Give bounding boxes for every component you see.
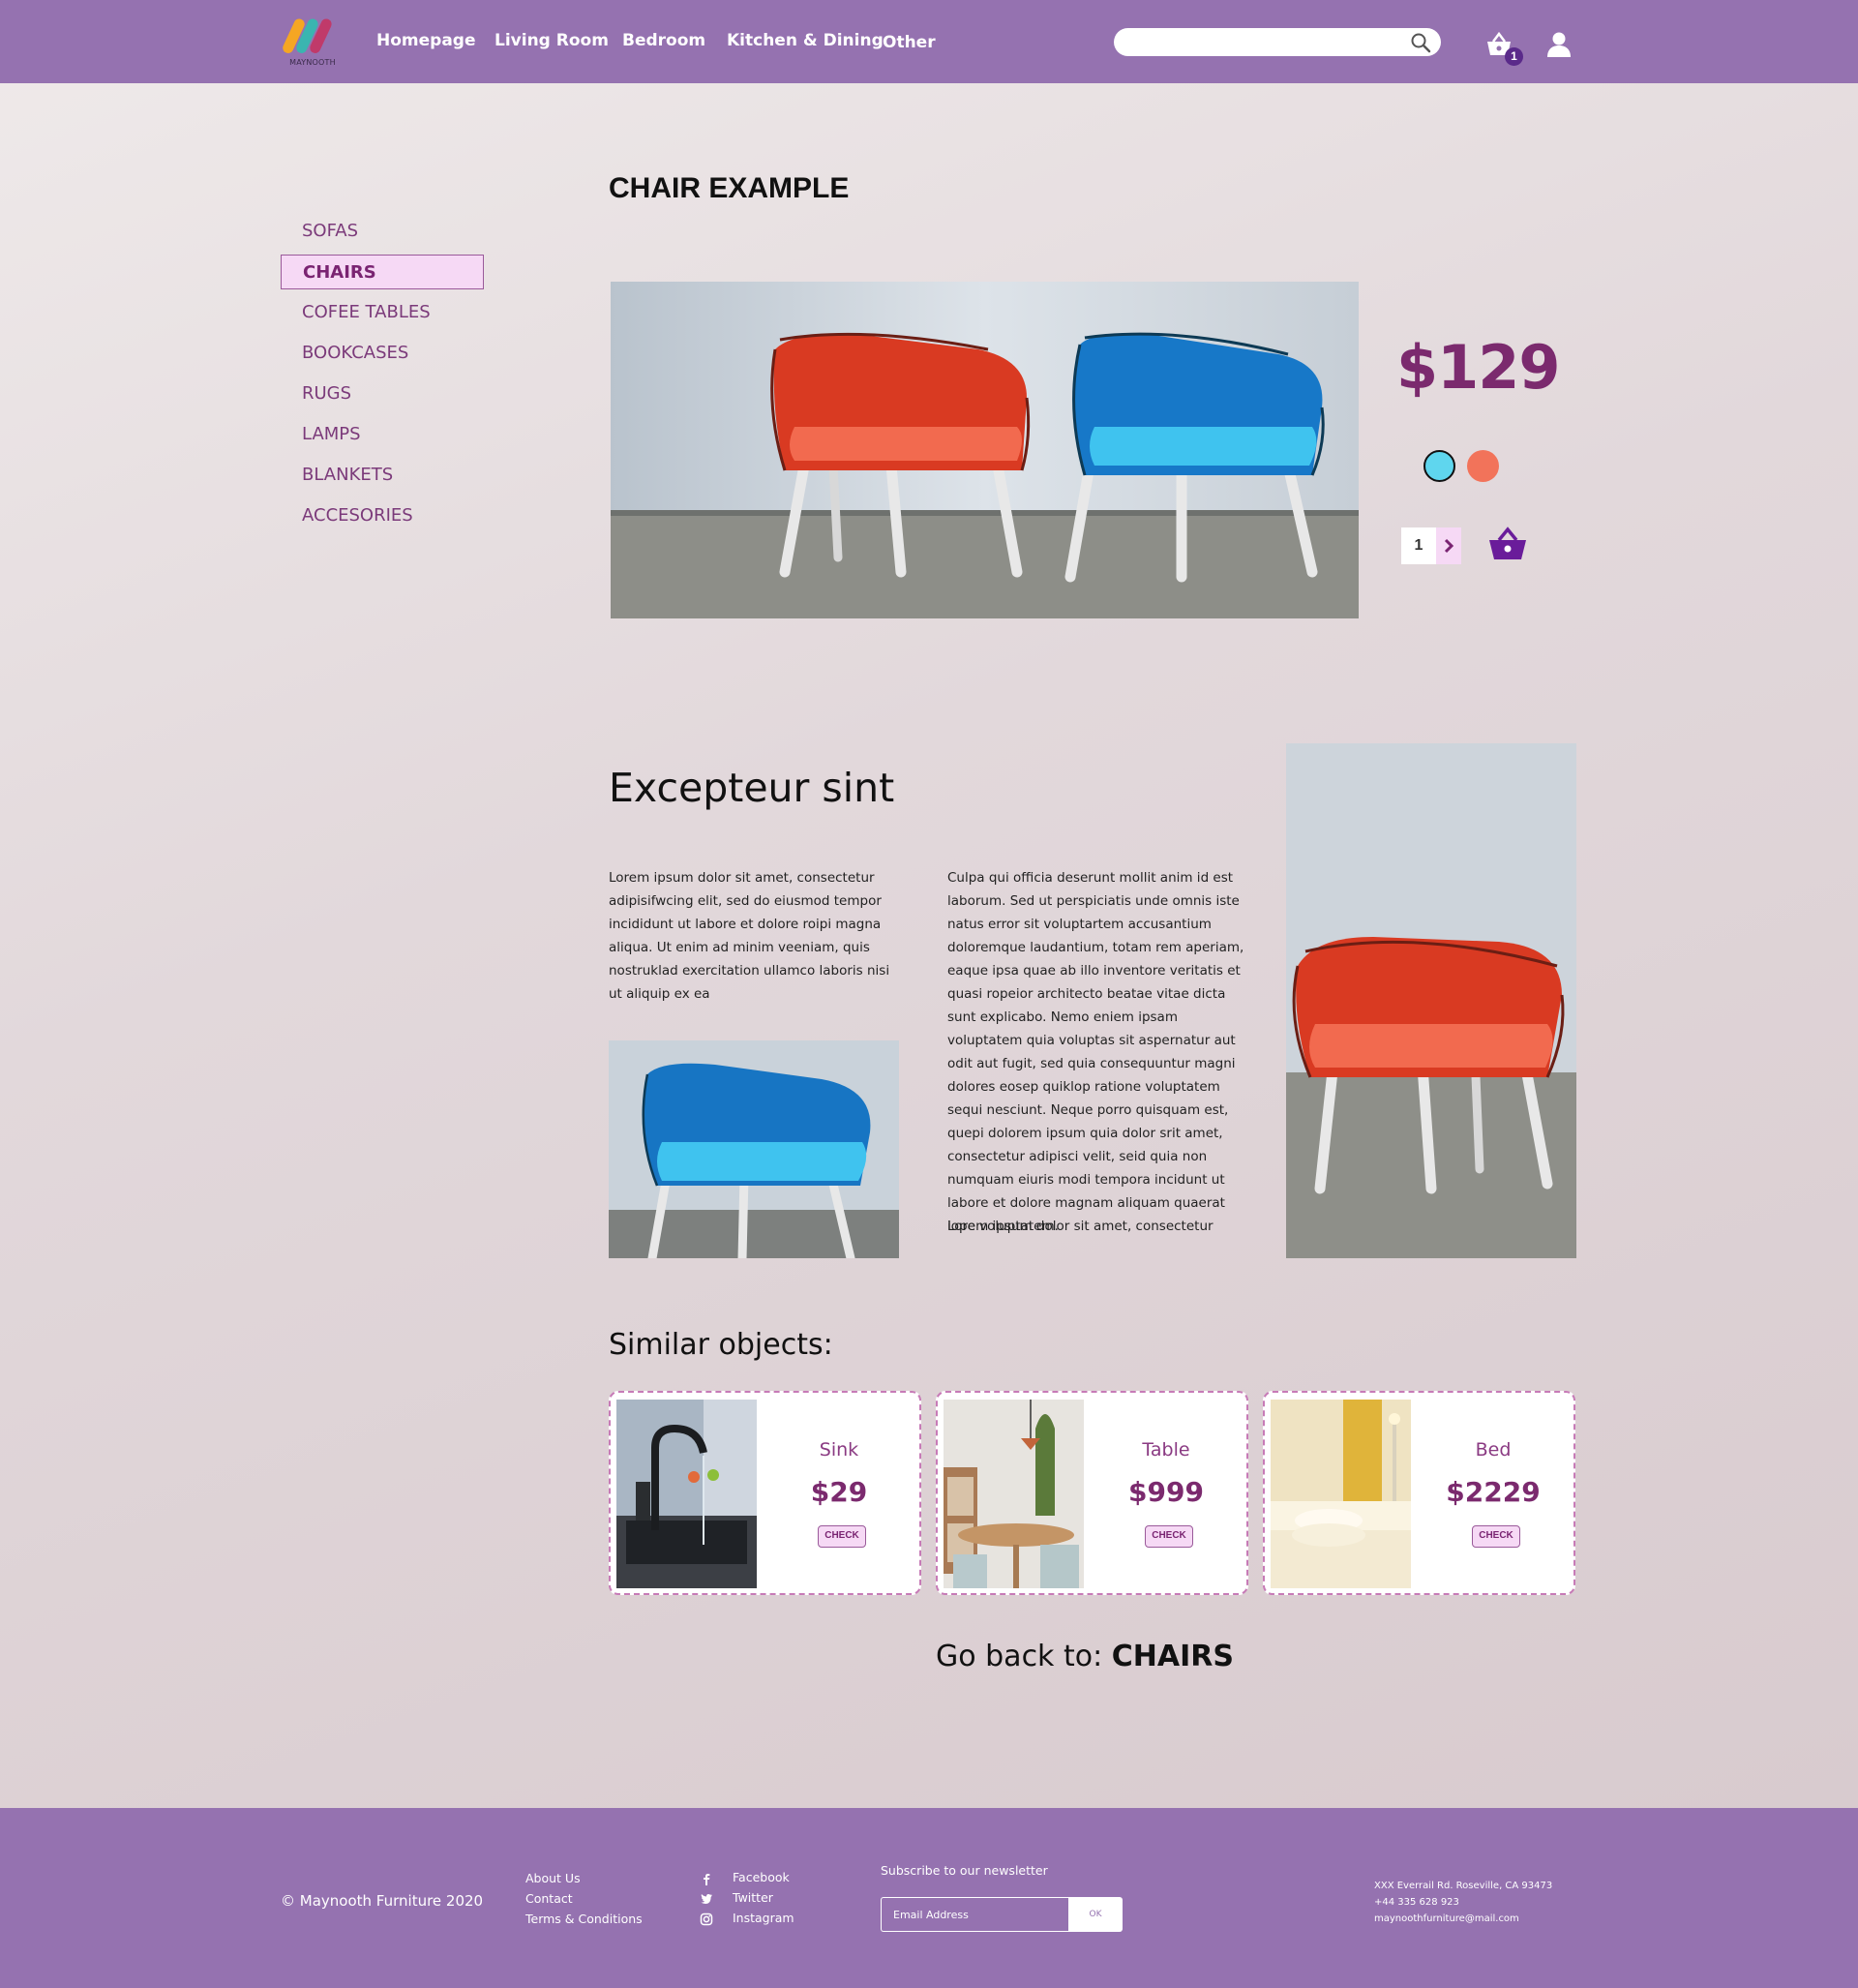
description-paragraph-1: Lorem ipsum dolor sit amet, consectetur …	[609, 870, 890, 1002]
similar-objects-heading: Similar objects:	[609, 1328, 833, 1362]
similar-item-card[interactable]: Table $999 CHECK	[936, 1391, 1248, 1595]
cart-count-badge: 1	[1505, 47, 1523, 66]
nav-other[interactable]: Other	[883, 33, 936, 52]
sidebar-item-rugs[interactable]: RUGS	[281, 377, 484, 411]
add-to-basket-icon[interactable]	[1487, 527, 1528, 561]
logo-text: MAYNOOTH	[289, 58, 336, 67]
footer-address: XXX Everrail Rd. Roseville, CA 93473	[1374, 1881, 1553, 1891]
color-swatch-red[interactable]	[1467, 450, 1499, 482]
check-button[interactable]: CHECK	[1472, 1525, 1520, 1548]
go-back-link[interactable]: Go back to: CHAIRS	[936, 1640, 1234, 1673]
nav-living-room[interactable]: Living Room	[494, 31, 609, 50]
description-heading: Excepteur sint	[609, 765, 895, 811]
red-chair-image	[1286, 743, 1576, 1258]
quantity-increase-button[interactable]	[1436, 527, 1461, 564]
go-back-prefix: Go back to:	[936, 1640, 1112, 1673]
twitter-icon[interactable]	[700, 1892, 713, 1906]
footer-phone: +44 335 628 923	[1374, 1897, 1459, 1908]
search-icon[interactable]	[1410, 32, 1431, 53]
description-paragraph-2: Culpa qui officia deserunt mollit anim i…	[947, 870, 1244, 1234]
footer-link-about-us[interactable]: About Us	[525, 1871, 581, 1885]
footer-link-instagram[interactable]: Instagram	[733, 1911, 794, 1925]
sink-image	[616, 1400, 757, 1588]
product-price: $129	[1396, 332, 1561, 403]
similar-item-price: $2229	[1446, 1476, 1541, 1508]
color-swatch-blue[interactable]	[1423, 450, 1455, 482]
bed-image	[1271, 1400, 1411, 1588]
similar-item-name: Table	[1142, 1439, 1190, 1461]
sidebar-item-accesories[interactable]: ACCESORIES	[281, 498, 484, 533]
footer-link-twitter[interactable]: Twitter	[733, 1890, 773, 1905]
top-navbar: MAYNOOTH Homepage Living Room Bedroom Ki…	[0, 0, 1858, 83]
footer-link-facebook[interactable]: Facebook	[733, 1870, 790, 1884]
check-button[interactable]: CHECK	[1145, 1525, 1193, 1548]
quantity-stepper: 1	[1401, 527, 1461, 564]
nav-kitchen-dining[interactable]: Kitchen & Dining	[727, 31, 884, 50]
footer: © Maynooth Furniture 2020 About Us Conta…	[0, 1808, 1858, 1988]
product-title: CHAIR EXAMPLE	[609, 172, 850, 204]
similar-item-name: Bed	[1475, 1439, 1512, 1461]
newsletter-label: Subscribe to our newsletter	[881, 1863, 1048, 1878]
search-input[interactable]	[1127, 32, 1398, 52]
chevron-right-icon	[1444, 538, 1454, 554]
similar-item-name: Sink	[819, 1439, 859, 1461]
sidebar-item-chairs[interactable]: CHAIRS	[281, 255, 484, 289]
similar-item-price: $999	[1128, 1476, 1204, 1508]
nav-homepage[interactable]: Homepage	[376, 31, 476, 50]
footer-link-contact[interactable]: Contact	[525, 1891, 573, 1906]
sidebar-item-blankets[interactable]: BLANKETS	[281, 458, 484, 493]
product-main-image	[611, 282, 1359, 618]
instagram-icon[interactable]	[700, 1913, 713, 1926]
similar-item-card[interactable]: Sink $29 CHECK	[609, 1391, 921, 1595]
similar-item-card[interactable]: Bed $2229 CHECK	[1263, 1391, 1575, 1595]
similar-item-price: $29	[810, 1476, 868, 1508]
sidebar-item-bookcases[interactable]: BOOKCASES	[281, 336, 484, 371]
go-back-target[interactable]: CHAIRS	[1112, 1640, 1234, 1673]
description-paragraph-3: Lorem ipsum dolor sit amet, consectetur	[947, 1219, 1214, 1234]
user-account-icon[interactable]	[1545, 31, 1573, 58]
nav-bedroom[interactable]: Bedroom	[622, 31, 705, 50]
maynooth-logo[interactable]: MAYNOOTH	[283, 14, 343, 70]
newsletter-email-input[interactable]	[881, 1897, 1068, 1932]
newsletter-submit-button[interactable]: OK	[1068, 1897, 1123, 1932]
sidebar-item-lamps[interactable]: LAMPS	[281, 417, 484, 452]
footer-email[interactable]: maynoothfurniture@mail.com	[1374, 1913, 1519, 1924]
table-image	[944, 1400, 1084, 1588]
copyright-text: © Maynooth Furniture 2020	[281, 1892, 484, 1910]
sidebar-item-cofee-tables[interactable]: COFEE TABLES	[281, 295, 484, 330]
check-button[interactable]: CHECK	[818, 1525, 866, 1548]
facebook-icon[interactable]	[700, 1872, 713, 1885]
search-bar	[1114, 28, 1441, 56]
quantity-value[interactable]: 1	[1401, 527, 1436, 564]
sidebar-item-sofas[interactable]: SOFAS	[281, 214, 484, 249]
footer-link-terms[interactable]: Terms & Conditions	[525, 1912, 643, 1926]
blue-chair-image	[609, 1040, 899, 1258]
